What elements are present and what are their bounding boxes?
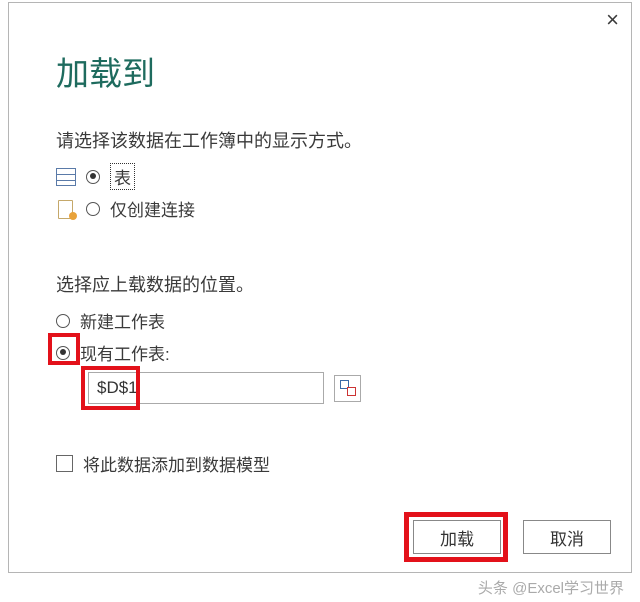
- dialog-title: 加载到: [56, 47, 155, 95]
- location-prompt: 选择应上载数据的位置。: [56, 271, 254, 297]
- option-table-row[interactable]: 表: [56, 163, 135, 190]
- option-new-sheet-label: 新建工作表: [80, 308, 165, 333]
- load-to-dialog: × 加载到 请选择该数据在工作簿中的显示方式。 表 仅创建连接 选择应上载数据的…: [8, 2, 632, 573]
- option-existing-sheet-label: 现有工作表:: [80, 340, 170, 365]
- add-to-model-label: 将此数据添加到数据模型: [83, 451, 270, 476]
- option-table-label: 表: [114, 169, 131, 188]
- cell-reference-input[interactable]: [88, 372, 324, 404]
- range-picker-button[interactable]: [334, 375, 361, 402]
- option-table-focus: 表: [110, 163, 135, 190]
- dialog-buttons: 加载 取消: [413, 520, 611, 554]
- radio-new-sheet[interactable]: [56, 314, 70, 328]
- cell-reference-row: [88, 372, 361, 404]
- option-existing-sheet-row[interactable]: 现有工作表:: [56, 340, 170, 365]
- option-connection-label: 仅创建连接: [110, 196, 195, 221]
- radio-existing-sheet[interactable]: [56, 346, 70, 360]
- table-icon: [56, 168, 76, 186]
- cancel-button[interactable]: 取消: [523, 520, 611, 554]
- checkbox-data-model[interactable]: [56, 455, 73, 472]
- radio-table[interactable]: [86, 170, 100, 184]
- range-picker-icon: [340, 380, 356, 396]
- option-connection-row[interactable]: 仅创建连接: [56, 196, 195, 221]
- option-new-sheet-row[interactable]: 新建工作表: [56, 308, 165, 333]
- display-mode-prompt: 请选择该数据在工作簿中的显示方式。: [56, 127, 362, 153]
- close-icon[interactable]: ×: [606, 9, 619, 31]
- watermark-text: 头条 @Excel学习世界: [478, 577, 624, 598]
- load-button[interactable]: 加载: [413, 520, 501, 554]
- add-to-model-row[interactable]: 将此数据添加到数据模型: [56, 451, 270, 476]
- connection-icon: [56, 199, 76, 219]
- radio-connection[interactable]: [86, 202, 100, 216]
